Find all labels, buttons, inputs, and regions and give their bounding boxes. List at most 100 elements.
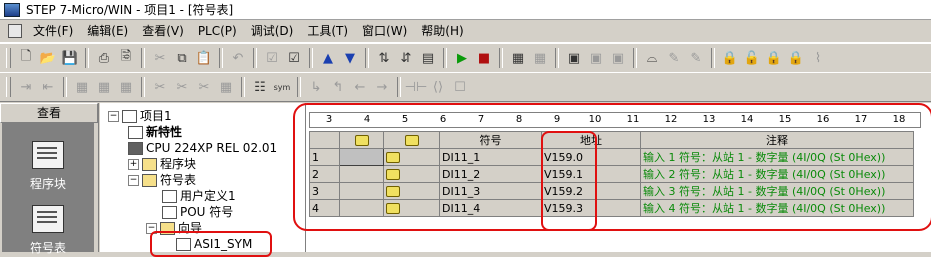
project-icon <box>122 109 137 123</box>
undo-icon[interactable]: ↶ <box>227 47 249 69</box>
collapse-icon[interactable]: − <box>128 174 139 186</box>
line-up-icon[interactable]: ↰ <box>327 76 349 98</box>
poe-icon[interactable]: ▦ <box>71 76 93 98</box>
sym-toggle-button[interactable]: sym <box>271 76 293 98</box>
menu-window[interactable]: 窗口(W) <box>355 20 414 42</box>
highlight-address-column <box>541 131 597 231</box>
run-icon[interactable]: ▶ <box>451 47 473 69</box>
download-icon[interactable]: ▼ <box>339 47 361 69</box>
upload-icon[interactable]: ▲ <box>317 47 339 69</box>
menu-plc[interactable]: PLC(P) <box>191 20 244 42</box>
instruction-toolbar: ⇥ ⇤ ▦ ▦ ▦ ✂ ✂ ✂ ▦ ☷ sym ↳ ↰ ← → ⊣⊢ ⟨⟩ ☐ <box>0 72 931 102</box>
bookmark-next-icon[interactable]: ✂ <box>171 76 193 98</box>
bookmark-toggle-icon[interactable]: ✂ <box>149 76 171 98</box>
lock-icon[interactable]: 🔒 <box>719 47 741 69</box>
insert-network-icon[interactable]: ⇥ <box>15 76 37 98</box>
nav-symbol-table[interactable]: 符号表 <box>2 205 94 256</box>
line-down-icon[interactable]: ↳ <box>305 76 327 98</box>
toolbar-separator <box>297 77 301 97</box>
highlight-asi-tree-item <box>150 231 272 257</box>
apply-icon[interactable]: ▦ <box>215 76 237 98</box>
new-file-icon[interactable]: 🗋 <box>15 47 37 69</box>
stop-icon[interactable]: ■ <box>473 47 495 69</box>
menu-view[interactable]: 查看(V) <box>135 20 191 42</box>
table-icon <box>162 205 177 219</box>
tree-item-user-defined[interactable]: 用户定义1 <box>162 188 236 204</box>
menu-debug[interactable]: 调试(D) <box>244 20 301 42</box>
unforce-all-icon[interactable]: 🔒 <box>763 47 785 69</box>
toolbar-separator <box>555 48 559 68</box>
nav-program-block[interactable]: 程序块 <box>2 141 94 192</box>
write-icon[interactable]: ✎ <box>663 47 685 69</box>
single-read-icon[interactable]: ▣ <box>607 47 629 69</box>
glasses-icon[interactable]: ⌓ <box>641 47 663 69</box>
options-icon[interactable]: ▤ <box>417 47 439 69</box>
box-icon[interactable]: ☐ <box>449 76 471 98</box>
toolbar-separator <box>365 48 369 68</box>
save-icon[interactable]: 💾 <box>59 47 81 69</box>
unlock-icon[interactable]: 🔓 <box>741 47 763 69</box>
tree-label: 程序块 <box>160 157 197 171</box>
tree-label: 符号表 <box>160 173 197 187</box>
coil-icon[interactable]: ⟨⟩ <box>427 76 449 98</box>
menu-edit[interactable]: 编辑(E) <box>80 20 135 42</box>
system-menu-icon[interactable] <box>8 24 22 38</box>
tree-label: 项目1 <box>140 109 172 123</box>
collapse-icon[interactable]: − <box>108 110 119 122</box>
tree-label: 新特性 <box>146 125 183 139</box>
tree-item-pou-symbols[interactable]: POU 符号 <box>162 204 233 220</box>
paste-icon[interactable]: 📋 <box>193 47 215 69</box>
symbol-addressing-icon[interactable]: ☷ <box>249 76 271 98</box>
cpu-icon <box>128 141 143 155</box>
bookmark-clear-icon[interactable]: ✂ <box>193 76 215 98</box>
toolbar-grip[interactable] <box>6 77 11 97</box>
chart-pause-icon[interactable]: ▣ <box>585 47 607 69</box>
menu-tools[interactable]: 工具(T) <box>300 20 355 42</box>
tree-item-cpu[interactable]: CPU 224XP REL 02.01 <box>128 140 277 156</box>
force-icon[interactable]: ✎ <box>685 47 707 69</box>
window-title: STEP 7-Micro/WIN - 项目1 - [符号表] <box>26 3 234 17</box>
tree-item-new-features[interactable]: 新特性 <box>128 124 182 140</box>
pause-status-icon[interactable]: ▦ <box>529 47 551 69</box>
toolbar-separator <box>499 48 503 68</box>
program-status-icon[interactable]: ▦ <box>507 47 529 69</box>
cut-icon[interactable]: ✂ <box>149 47 171 69</box>
print-preview-icon[interactable]: 🗟 <box>115 47 137 69</box>
menu-file[interactable]: 文件(F) <box>26 20 80 42</box>
menu-help[interactable]: 帮助(H) <box>414 20 470 42</box>
read-all-forced-icon[interactable]: 🔒 <box>785 47 807 69</box>
toolbar-separator <box>141 48 145 68</box>
contact-icon[interactable]: ⊣⊢ <box>405 76 428 98</box>
print-icon[interactable]: ⎙ <box>93 47 115 69</box>
open-folder-icon[interactable]: 📂 <box>37 47 59 69</box>
symbol-table-icon <box>32 205 64 233</box>
trend-view-icon[interactable]: ⌇ <box>807 47 829 69</box>
delete-network-icon[interactable]: ⇤ <box>37 76 59 98</box>
line-left-icon[interactable]: ← <box>349 76 371 98</box>
network-comment-icon[interactable]: ▦ <box>93 76 115 98</box>
toolbar-separator <box>63 77 67 97</box>
tree-item-symbol-table[interactable]: − 符号表 <box>128 172 196 188</box>
tree-item-program-block[interactable]: + 程序块 <box>128 156 196 172</box>
symbol-info-icon[interactable]: ▦ <box>115 76 137 98</box>
toolbar-grip[interactable] <box>6 48 11 68</box>
navigation-bar: 查看 程序块 符号表 <box>0 103 99 255</box>
folder-icon <box>142 173 157 187</box>
sort-descending-icon[interactable]: ⇵ <box>395 47 417 69</box>
line-right-icon[interactable]: → <box>371 76 393 98</box>
compile-all-icon[interactable]: ☑ <box>283 47 305 69</box>
tree-label: POU 符号 <box>180 205 234 219</box>
program-block-icon <box>32 141 64 169</box>
sort-ascending-icon[interactable]: ⇅ <box>373 47 395 69</box>
expand-icon[interactable]: + <box>128 158 139 170</box>
nav-header[interactable]: 查看 <box>0 103 98 123</box>
tree-label: CPU 224XP REL 02.01 <box>146 141 278 155</box>
table-icon <box>162 189 177 203</box>
toolbar-separator <box>443 48 447 68</box>
tree-item-project[interactable]: − 项目1 <box>108 108 172 124</box>
highlight-symbol-table <box>293 103 931 231</box>
chart-status-icon[interactable]: ▣ <box>563 47 585 69</box>
compile-icon[interactable]: ☑ <box>261 47 283 69</box>
toolbar-separator <box>253 48 257 68</box>
copy-icon[interactable]: ⧉ <box>171 47 193 69</box>
